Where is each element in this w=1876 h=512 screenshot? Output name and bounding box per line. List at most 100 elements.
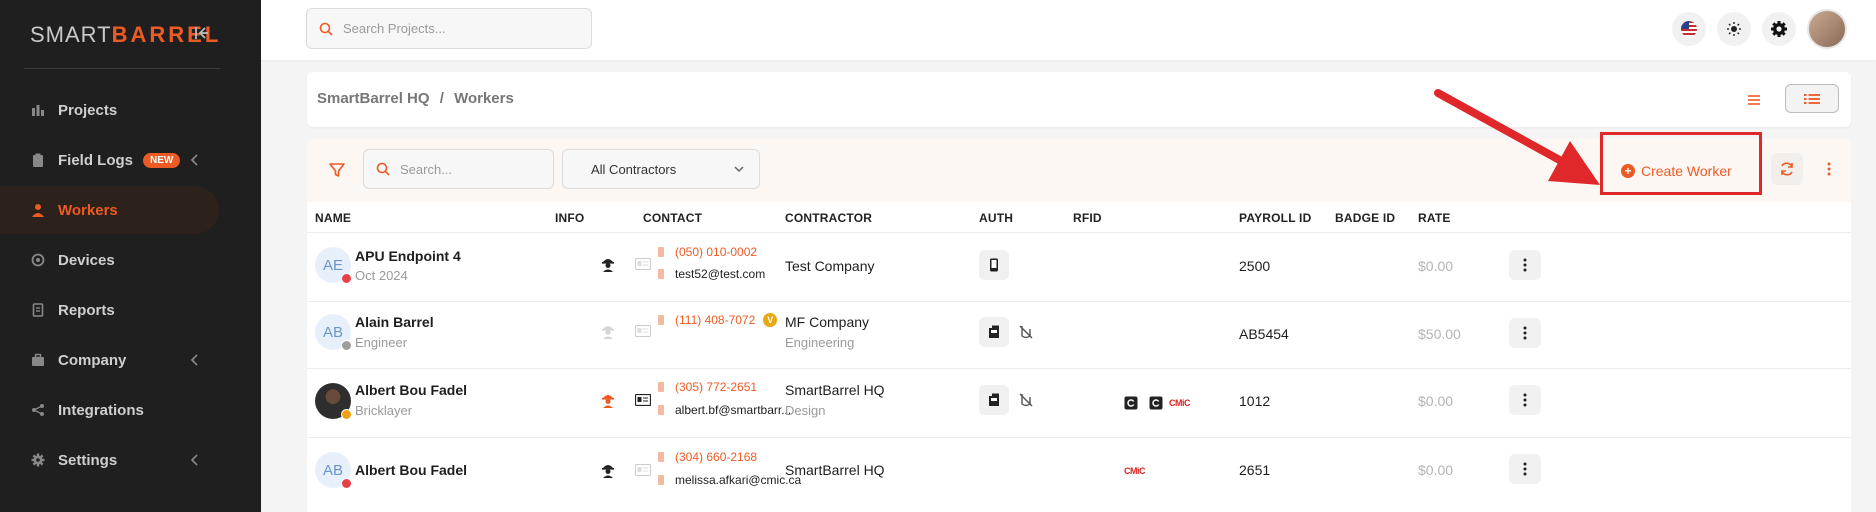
column-header-contractor[interactable]: CONTRACTOR [785,211,872,225]
breadcrumb-root-link[interactable]: SmartBarrel HQ [317,90,430,107]
id-card-icon [634,322,652,340]
filter-icon[interactable] [327,160,347,180]
kiosk-icon [989,393,999,406]
sidebar-item-integrations[interactable]: Integrations [0,386,219,434]
id-card-icon [634,255,652,273]
worker-name[interactable]: Albert Bou Fadel [355,382,467,398]
row-more-button[interactable] [1509,318,1541,348]
sidebar-item-label: Field Logs [58,151,133,169]
sidebar-item-devices[interactable]: Devices [0,236,219,284]
hardhat-worker-icon [599,391,617,409]
settings-button[interactable] [1762,12,1796,46]
search-icon [376,162,390,176]
worker-name[interactable]: APU Endpoint 4 [355,248,461,264]
kebab-menu-icon [1523,258,1527,272]
email-link[interactable]: albert.bf@smartbarr... [656,403,791,417]
avatar-initials: AB [322,461,343,479]
list-view-button[interactable] [1785,84,1839,113]
rate-value: $0.00 [1418,462,1454,478]
cmic-logo: CMiC [1124,466,1146,476]
sidebar-item-settings[interactable]: Settings [0,436,219,484]
sidebar-item-label: Settings [58,451,118,469]
row-more-button[interactable] [1509,385,1541,415]
row-more-button[interactable] [1509,454,1541,484]
rate-value: $0.00 [1418,393,1454,409]
collapse-sidebar-icon[interactable] [193,24,211,42]
sidebar-item-reports[interactable]: Reports [0,286,219,334]
phone-icon [658,247,664,257]
sidebar-item-label: Integrations [58,401,144,419]
email-text: test52@test.com [675,267,766,281]
more-options-button[interactable] [1819,153,1839,185]
devices-icon [30,252,46,268]
sidebar-item-projects[interactable]: Projects [0,86,219,134]
language-button[interactable] [1672,12,1706,46]
theme-toggle-button[interactable] [1717,12,1751,46]
sidebar-divider [24,68,220,69]
phone-text: (305) 772-2651 [675,380,758,394]
new-badge: NEW [143,152,181,168]
sidebar-item-workers[interactable]: Workers [0,186,219,234]
kiosk-auth-badge [979,385,1009,415]
column-header-payroll-id[interactable]: PAYROLL ID [1239,211,1311,225]
sidebar-item-label: Company [58,351,127,369]
status-dot [341,340,352,351]
avatar: AE [315,247,352,284]
status-dot [341,478,352,489]
mobile-auth-badge [979,250,1009,280]
email-link[interactable]: test52@test.com [656,267,765,281]
avatar: AB [315,452,352,489]
payroll-id: 1012 [1239,393,1271,409]
workers-table-card: All Contractors + Create Worker NAME INF… [307,132,1851,512]
us-flag-icon [1681,21,1697,37]
sidebar-item-field-logs[interactable]: Field Logs NEW [0,136,219,184]
worker-search-input[interactable] [400,161,540,177]
table-row[interactable]: AB Albert Bou Fadel (304) 660-2168 melis… [307,437,1851,512]
sidebar: SMARTBARREL Projects Field Logs NEW Work… [0,0,261,512]
phone-link[interactable]: (305) 772-2651 [656,380,757,394]
rate-value: $0.00 [1418,258,1454,274]
chevron-left-icon [190,354,198,366]
project-search[interactable] [306,8,592,49]
id-card-icon [634,461,652,479]
worker-icon [30,202,46,218]
phone-link[interactable]: (111) 408-7072 V [656,313,778,327]
table-row[interactable]: AE APU Endpoint 4 Oct 2024 (050) 010-000… [307,232,1851,301]
refresh-button[interactable] [1771,153,1803,185]
worker-name[interactable]: Albert Bou Fadel [355,462,467,478]
user-avatar[interactable] [1807,9,1847,49]
report-icon [30,302,46,318]
phone-text: (304) 660-2168 [675,450,758,464]
email-link[interactable]: melissa.afkari@cmic.ca [656,473,801,487]
sun-icon [1727,22,1741,36]
compact-view-button[interactable] [1740,86,1768,113]
column-header-name[interactable]: NAME [315,211,351,225]
search-icon [319,22,333,36]
contractor-select[interactable]: All Contractors [562,149,760,189]
column-header-badge-id[interactable]: BADGE ID [1335,211,1395,225]
sidebar-item-label: Workers [58,201,118,219]
clipboard-icon [30,152,46,168]
face-id-disabled-icon [1015,389,1037,411]
logo-text-smart: SMART [30,22,112,47]
column-header-contact: CONTACT [643,211,703,225]
phone-link[interactable]: (304) 660-2168 [656,450,757,464]
status-dot [341,409,352,420]
worker-search[interactable] [363,149,554,189]
menu-lines-icon [1748,94,1760,105]
phone-icon [658,452,664,462]
row-more-button[interactable] [1509,250,1541,280]
column-header-rate[interactable]: RATE [1418,211,1451,225]
table-row[interactable]: Albert Bou Fadel Bricklayer (305) 772-26… [307,368,1851,437]
mobile-phone-icon [990,258,998,272]
contractor-name: MF Company [785,314,870,330]
hardhat-worker-icon [599,255,617,273]
table-row[interactable]: AB Alain Barrel Engineer (111) 408-7072 V… [307,301,1851,368]
avatar: AB [315,314,352,351]
sidebar-item-company[interactable]: Company [0,336,219,384]
project-search-input[interactable] [343,21,563,36]
phone-link[interactable]: (050) 010-0002 [656,245,757,259]
worker-name[interactable]: Alain Barrel [355,314,434,330]
breadcrumb-current: Workers [454,90,514,107]
breadcrumb: SmartBarrel HQ / Workers [317,90,514,107]
